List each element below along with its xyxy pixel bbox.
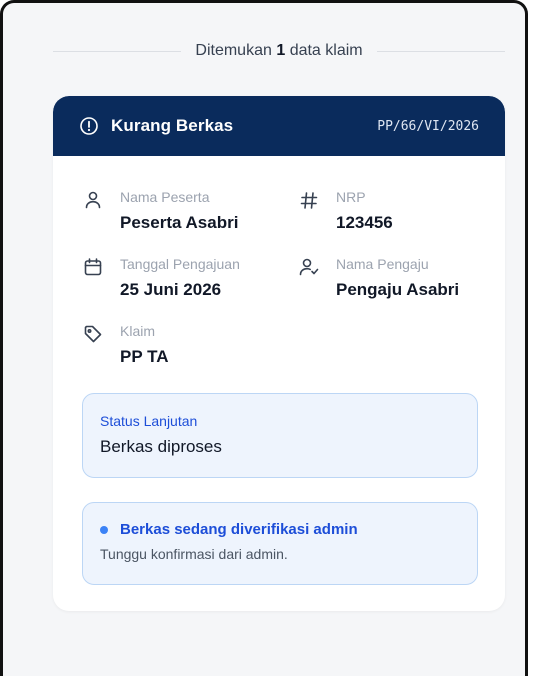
klaim-label: Klaim: [120, 323, 156, 339]
status-lanjutan-value: Berkas diproses: [100, 437, 222, 456]
user-icon: [82, 189, 104, 211]
nama-pengaju-value: Pengaju Asabri: [336, 280, 460, 299]
status-lanjutan-box: Status Lanjutan Berkas diproses: [82, 393, 478, 478]
field-nrp: NRP 123456: [298, 188, 393, 234]
user-check-icon: [298, 256, 320, 278]
found-prefix: Ditemukan: [195, 42, 272, 59]
nrp-label: NRP: [336, 189, 366, 205]
tag-icon: [82, 323, 104, 345]
claim-card-header: Kurang Berkas PP/66/VI/2026: [53, 96, 505, 156]
klaim-value: PP TA: [120, 347, 169, 366]
found-count: 1: [276, 42, 286, 59]
nama-peserta-value: Peserta Asabri: [120, 213, 239, 232]
field-nama-pengaju: Nama Pengaju Pengaju Asabri: [298, 255, 459, 301]
notice-subtitle: Tunggu konfirmasi dari admin.: [100, 546, 288, 562]
results-count-text: Ditemukan 1 data klaim: [181, 42, 376, 60]
status-dot-icon: [100, 526, 108, 534]
verification-notice: Berkas sedang diverifikasi admin Tunggu …: [82, 502, 478, 585]
alert-circle-icon: [79, 116, 99, 136]
nrp-value: 123456: [336, 213, 393, 232]
field-klaim: Klaim PP TA: [82, 322, 169, 368]
tanggal-pengajuan-label: Tanggal Pengajuan: [120, 256, 240, 272]
hash-icon: [298, 189, 320, 211]
status-lanjutan-label: Status Lanjutan: [100, 413, 198, 429]
divider-line-right: [376, 50, 505, 52]
tanggal-pengajuan-value: 25 Juni 2026: [120, 280, 222, 299]
notice-title: Berkas sedang diverifikasi admin: [120, 521, 358, 538]
claim-status-title: Kurang Berkas: [111, 116, 234, 135]
claim-code: PP/66/VI/2026: [377, 118, 479, 134]
divider-line-left: [53, 50, 182, 52]
nama-pengaju-label: Nama Pengaju: [336, 256, 429, 272]
nama-peserta-label: Nama Peserta: [120, 189, 210, 205]
results-divider: Ditemukan 1 data klaim: [53, 39, 505, 63]
field-nama-peserta: Nama Peserta Peserta Asabri: [82, 188, 238, 234]
field-tanggal-pengajuan: Tanggal Pengajuan 25 Juni 2026: [82, 255, 240, 301]
calendar-icon: [82, 256, 104, 278]
found-suffix: data klaim: [289, 42, 363, 59]
claim-card[interactable]: Kurang Berkas PP/66/VI/2026 Nama Peserta…: [53, 96, 505, 611]
app-frame: Ditemukan 1 data klaim Kurang Berkas PP/…: [0, 0, 528, 676]
